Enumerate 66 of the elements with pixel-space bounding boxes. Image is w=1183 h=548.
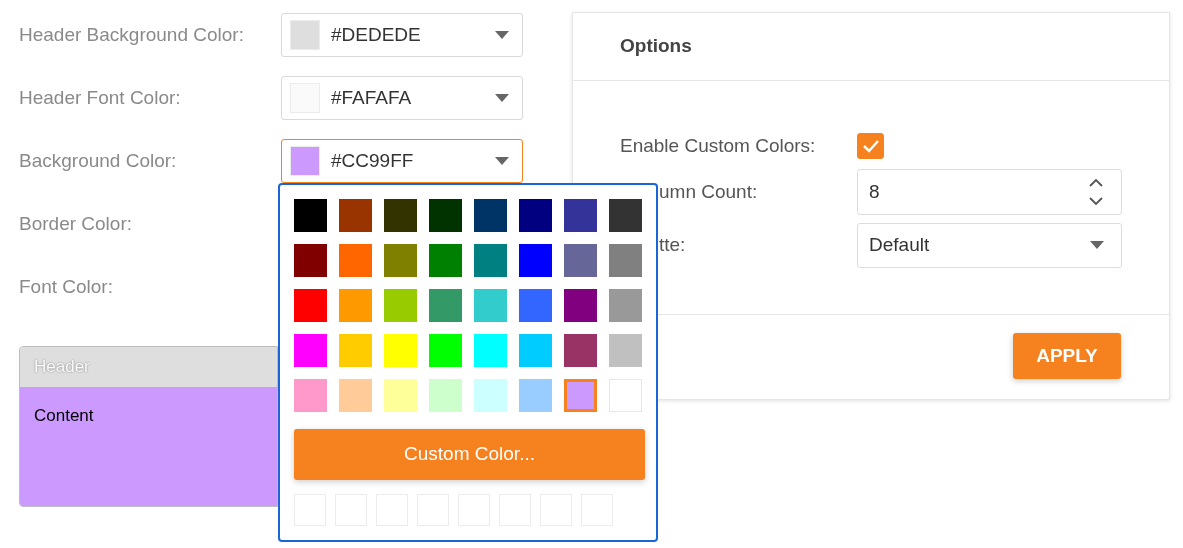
numeric-value: 8: [869, 179, 881, 204]
color-picker[interactable]: #FAFAFA: [281, 76, 523, 120]
color-picker[interactable]: #DEDEDE: [281, 13, 523, 57]
palette-swatch[interactable]: [384, 244, 417, 277]
caret-icon: [495, 31, 509, 39]
color-value: #FAFAFA: [331, 85, 413, 110]
dropdown[interactable]: Default: [857, 222, 1122, 268]
palette-swatch[interactable]: [474, 199, 507, 232]
palette-swatch[interactable]: [384, 379, 417, 412]
palette-swatch[interactable]: [429, 244, 462, 277]
caret-icon: [495, 157, 509, 165]
palette-swatch[interactable]: [519, 289, 552, 322]
palette-swatch[interactable]: [519, 379, 552, 412]
checkbox[interactable]: [857, 133, 884, 159]
palette-swatch[interactable]: [519, 199, 552, 232]
palette-swatch[interactable]: [474, 379, 507, 412]
palette-swatch[interactable]: [474, 244, 507, 277]
caret-icon: [1090, 241, 1104, 249]
palette-swatch[interactable]: [294, 334, 327, 367]
preview-content: Content: [20, 387, 277, 506]
palette-swatch[interactable]: [429, 289, 462, 322]
palette-swatch[interactable]: [339, 199, 372, 232]
palette-swatch[interactable]: [519, 334, 552, 367]
palette-swatch[interactable]: [294, 199, 327, 232]
palette-swatch[interactable]: [609, 334, 642, 367]
palette-swatch[interactable]: [339, 289, 372, 322]
palette-swatch[interactable]: [339, 334, 372, 367]
field-label: Border Color:: [19, 211, 133, 236]
palette-swatch[interactable]: [429, 199, 462, 232]
color-value: #DEDEDE: [331, 22, 422, 47]
palette-swatch[interactable]: [564, 244, 597, 277]
caret-icon: [495, 94, 509, 102]
palette-swatch[interactable]: [429, 334, 462, 367]
palette-swatch[interactable]: [384, 334, 417, 367]
color-picker[interactable]: #CC99FF: [281, 139, 523, 183]
option-label: Enable Custom Colors:: [620, 134, 816, 156]
check-icon: [861, 139, 880, 153]
panel-title: Options: [620, 34, 692, 59]
field-label: Font Color:: [19, 274, 114, 299]
spinner-arrows-icon[interactable]: [1088, 177, 1104, 207]
field-label: Background Color:: [19, 148, 178, 173]
option-label: tte:: [659, 233, 686, 255]
palette-swatch[interactable]: [339, 379, 372, 412]
palette-swatch[interactable]: [564, 289, 597, 322]
palette-swatch[interactable]: [384, 199, 417, 232]
palette-swatch[interactable]: [609, 244, 642, 277]
color-value: #CC99FF: [331, 148, 415, 173]
palette-swatch[interactable]: [294, 289, 327, 322]
dropdown-value: Default: [869, 232, 931, 257]
palette-swatch[interactable]: [609, 199, 642, 232]
palette-swatch[interactable]: [474, 289, 507, 322]
palette-swatch[interactable]: [564, 379, 597, 412]
palette-swatch[interactable]: [519, 244, 552, 277]
palette-swatch[interactable]: [384, 289, 417, 322]
palette-swatch[interactable]: [294, 244, 327, 277]
field-label: Header Font Color:: [19, 85, 182, 110]
field-label: Header Background Color:: [19, 22, 245, 47]
option-label: umn Count:: [659, 180, 758, 202]
palette-swatch[interactable]: [564, 334, 597, 367]
palette-swatch[interactable]: [339, 244, 372, 277]
palette-swatch[interactable]: [564, 199, 597, 232]
numeric-field[interactable]: 8: [857, 169, 1122, 215]
palette-swatch[interactable]: [474, 334, 507, 367]
palette-swatch[interactable]: [609, 289, 642, 322]
palette-swatch[interactable]: [294, 379, 327, 412]
palette-swatch[interactable]: [429, 379, 462, 412]
